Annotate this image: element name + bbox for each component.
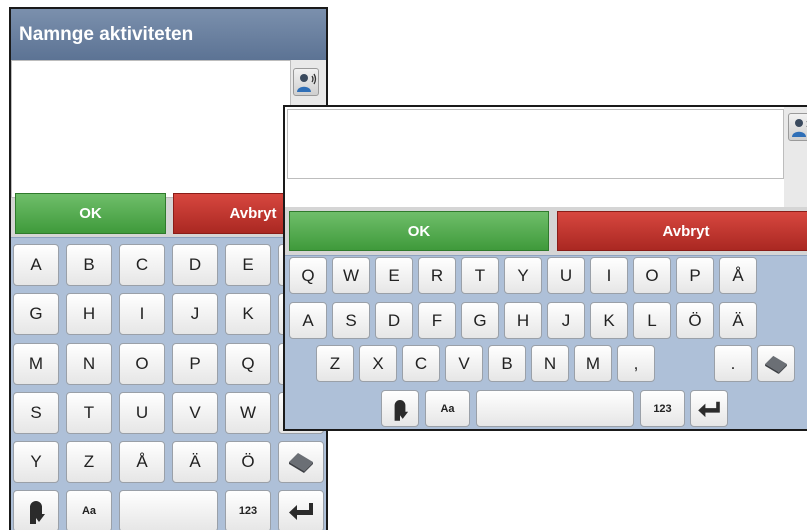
key-c[interactable]: C	[119, 244, 165, 286]
key-c[interactable]: C	[402, 345, 440, 382]
key-v[interactable]: V	[445, 345, 483, 382]
key-y[interactable]: Y	[13, 441, 59, 483]
key-t[interactable]: T	[461, 257, 499, 294]
key-r[interactable]: R	[418, 257, 456, 294]
portrait-dialog: Namnge aktiviteten OK Avbryt A B C D E G…	[9, 7, 328, 530]
space-key[interactable]	[119, 490, 218, 530]
key-o[interactable]: O	[119, 343, 165, 385]
key-comma[interactable]: ,	[617, 345, 655, 382]
key-e[interactable]: E	[225, 244, 271, 286]
key-period[interactable]: .	[714, 345, 752, 382]
ok-button[interactable]: OK	[15, 193, 166, 234]
key-h[interactable]: H	[66, 293, 112, 335]
key-f[interactable]: F	[418, 302, 456, 339]
key-j[interactable]: J	[172, 293, 218, 335]
key-g[interactable]: G	[461, 302, 499, 339]
enter-icon	[289, 503, 313, 520]
enter-key[interactable]	[278, 490, 324, 530]
shift-key[interactable]	[13, 490, 59, 530]
microphone-person-icon	[792, 119, 807, 137]
activity-name-input-landscape[interactable]	[287, 109, 784, 179]
shift-icon	[30, 501, 45, 524]
key-b[interactable]: B	[488, 345, 526, 382]
key-j[interactable]: J	[547, 302, 585, 339]
key-s[interactable]: S	[332, 302, 370, 339]
microphone-person-icon	[297, 73, 317, 92]
key-a-ring[interactable]: Å	[119, 441, 165, 483]
key-i[interactable]: I	[119, 293, 165, 335]
eraser-icon	[765, 355, 787, 374]
cancel-button-landscape[interactable]: Avbryt	[557, 211, 807, 251]
voice-input-button[interactable]	[293, 68, 319, 96]
key-z[interactable]: Z	[66, 441, 112, 483]
key-e[interactable]: E	[375, 257, 413, 294]
key-h[interactable]: H	[504, 302, 542, 339]
key-w[interactable]: W	[225, 392, 271, 434]
key-q[interactable]: Q	[289, 257, 327, 294]
key-p[interactable]: P	[172, 343, 218, 385]
key-v[interactable]: V	[172, 392, 218, 434]
key-i[interactable]: I	[590, 257, 628, 294]
numbers-key-landscape[interactable]: 123	[640, 390, 685, 427]
key-a[interactable]: A	[13, 244, 59, 286]
shift-key-landscape[interactable]	[381, 390, 419, 427]
key-a-ring[interactable]: Å	[719, 257, 757, 294]
landscape-dialog: OK Avbryt Q W E R T Y U I O P Å A S D F …	[283, 105, 807, 431]
key-u[interactable]: U	[119, 392, 165, 434]
key-z[interactable]: Z	[316, 345, 354, 382]
key-u[interactable]: U	[547, 257, 585, 294]
key-s[interactable]: S	[13, 392, 59, 434]
key-d[interactable]: D	[172, 244, 218, 286]
key-a[interactable]: A	[289, 302, 327, 339]
ok-button-landscape[interactable]: OK	[289, 211, 549, 251]
case-toggle-key-landscape[interactable]: Aa	[425, 390, 470, 427]
key-o-umlaut[interactable]: Ö	[225, 441, 271, 483]
key-y[interactable]: Y	[504, 257, 542, 294]
key-w[interactable]: W	[332, 257, 370, 294]
enter-icon	[698, 401, 720, 417]
case-toggle-key[interactable]: Aa	[66, 490, 112, 530]
key-a-umlaut[interactable]: Ä	[719, 302, 757, 339]
key-o[interactable]: O	[633, 257, 671, 294]
key-m[interactable]: M	[574, 345, 612, 382]
dialog-title: Namnge aktiviteten	[11, 9, 326, 60]
eraser-icon	[289, 453, 313, 473]
numbers-key[interactable]: 123	[225, 490, 271, 530]
key-x[interactable]: X	[359, 345, 397, 382]
key-n[interactable]: N	[66, 343, 112, 385]
space-key-landscape[interactable]	[476, 390, 634, 427]
key-o-umlaut[interactable]: Ö	[676, 302, 714, 339]
key-b[interactable]: B	[66, 244, 112, 286]
key-d[interactable]: D	[375, 302, 413, 339]
key-k[interactable]: K	[225, 293, 271, 335]
enter-key-landscape[interactable]	[690, 390, 728, 427]
key-g[interactable]: G	[13, 293, 59, 335]
backspace-key[interactable]	[278, 441, 324, 483]
key-n[interactable]: N	[531, 345, 569, 382]
key-k[interactable]: K	[590, 302, 628, 339]
key-p[interactable]: P	[676, 257, 714, 294]
key-q[interactable]: Q	[225, 343, 271, 385]
shift-icon	[394, 399, 409, 421]
backspace-key-landscape[interactable]	[757, 345, 795, 382]
voice-input-button-landscape[interactable]	[788, 113, 807, 141]
key-a-umlaut[interactable]: Ä	[172, 441, 218, 483]
key-t[interactable]: T	[66, 392, 112, 434]
key-m[interactable]: M	[13, 343, 59, 385]
key-l[interactable]: L	[633, 302, 671, 339]
activity-name-input[interactable]	[11, 60, 291, 198]
